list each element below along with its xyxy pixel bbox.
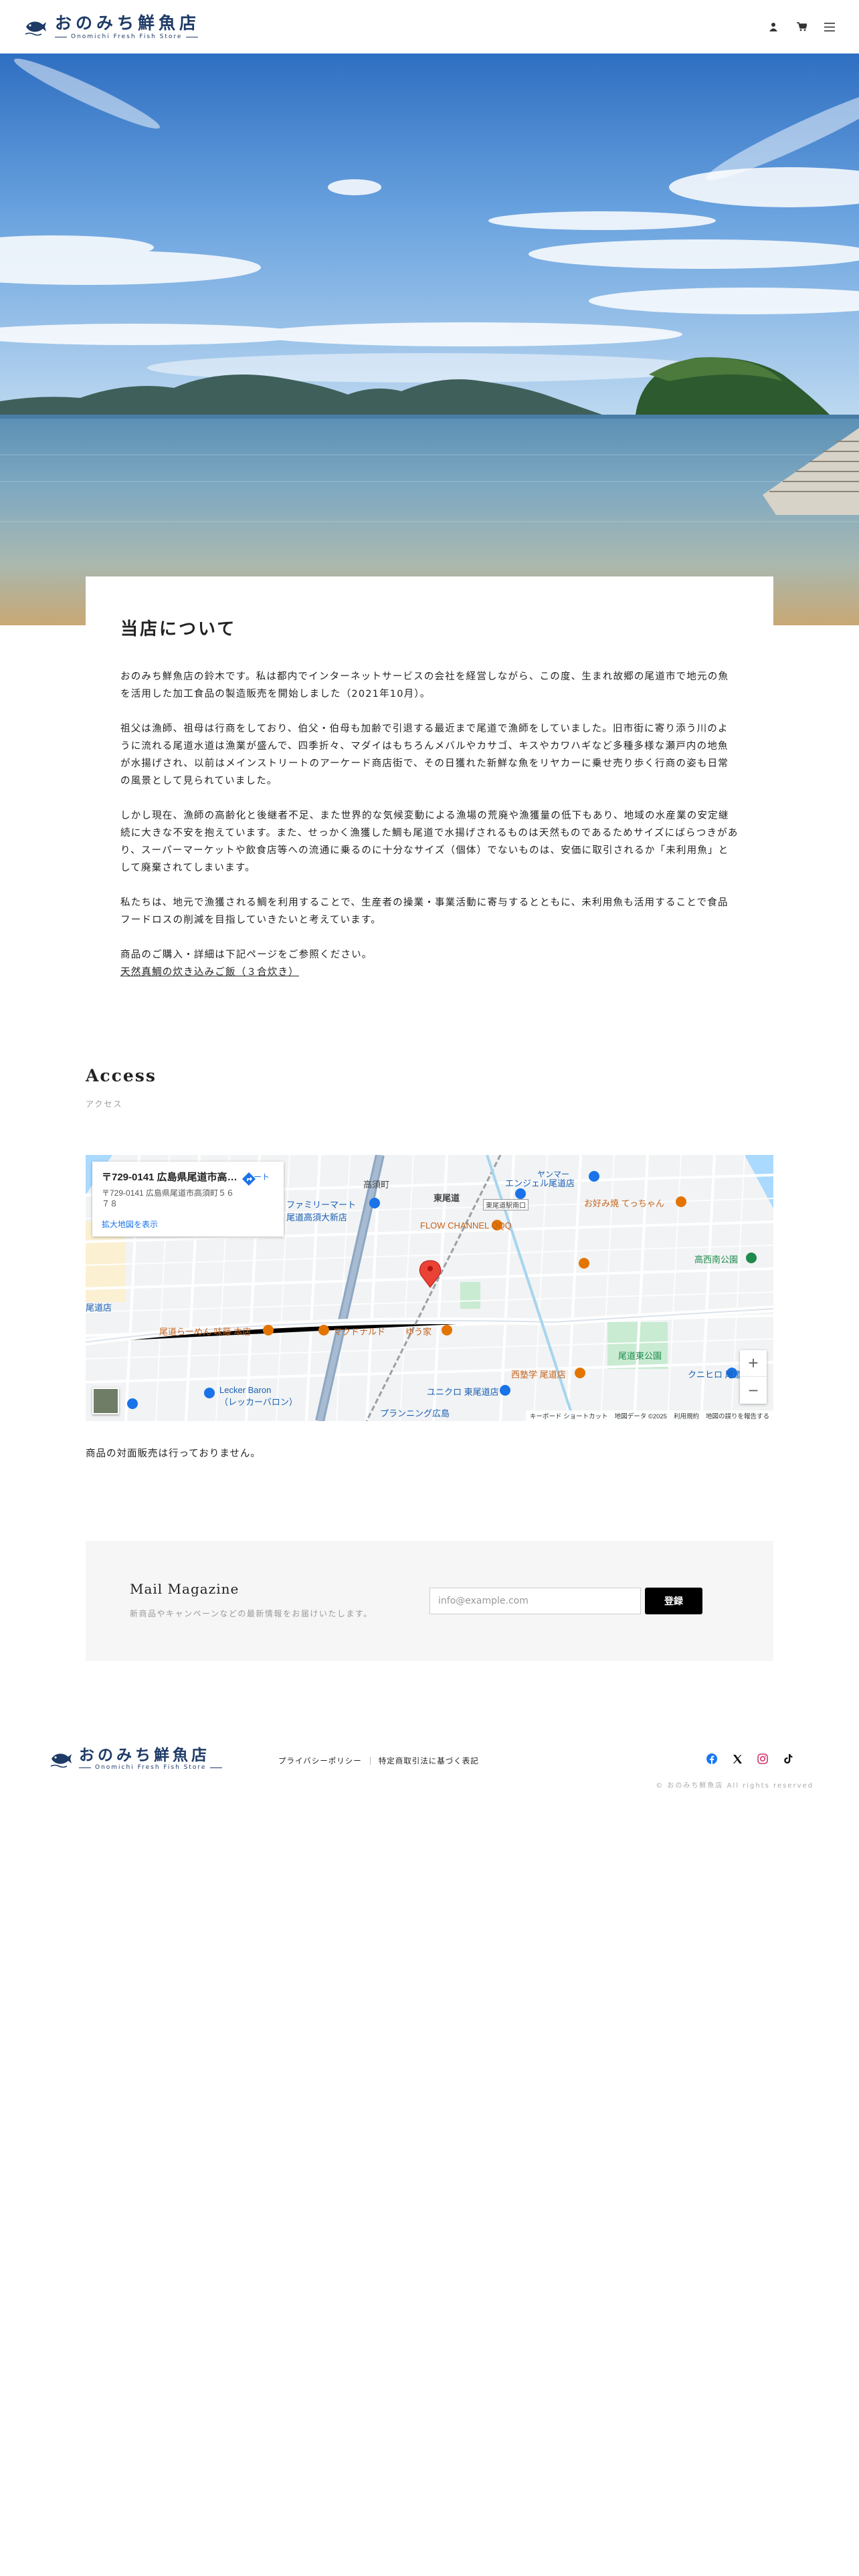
map-label: マクドナルド: [333, 1327, 386, 1337]
facebook-icon[interactable]: [706, 1753, 718, 1765]
map-place-card: 〒729-0141 広島県尾道市高須町５６ 〒729-0141 広島県尾道市高須…: [92, 1162, 284, 1237]
privacy-policy-link[interactable]: プライバシーポリシー: [270, 1755, 370, 1766]
about-paragraph: 商品のご購入・詳細は下記ページをご参照ください。 天然真鯛の炊き込みご飯（３合炊き…: [120, 950, 373, 978]
terms-link[interactable]: 利用規約: [674, 1411, 699, 1420]
site-header: おのみち鮮魚店 Onomichi Fresh Fish Store: [0, 0, 859, 53]
email-input[interactable]: [430, 1588, 641, 1614]
fish-logo-icon: [50, 1753, 72, 1768]
about-paragraph: しかし現在、漁師の高齢化と後継者不足、また世界的な気候変動による漁場の荒廃や漁獲…: [120, 811, 739, 873]
about-section: 当店について おのみち鮮魚店の鈴木です。私は都内でインターネットサービスの会社を…: [86, 576, 773, 978]
map-route-button[interactable]: ルート: [241, 1171, 274, 1186]
keyboard-shortcuts-link[interactable]: キーボード ショートカット: [530, 1411, 608, 1420]
google-map[interactable]: ファミリーマート 尾道高須大新店 高須町 東尾道 東尾道駅南口 ヤンマー エンジェ…: [86, 1155, 773, 1421]
map-label: Lecker Baron （レッカーバロン）: [219, 1385, 298, 1407]
map-label: FLOW CHANNEL QQQ: [420, 1220, 512, 1230]
zoom-in-button[interactable]: +: [740, 1350, 767, 1377]
commercial-transactions-link[interactable]: 特定商取引法に基づく表記: [371, 1755, 487, 1766]
map-label: 高須町: [363, 1180, 390, 1190]
zoom-out-button[interactable]: −: [740, 1377, 767, 1404]
map-label: 尾道店: [86, 1303, 112, 1313]
footer-logo[interactable]: おのみち鮮魚店 Onomichi Fresh Fish Store: [50, 1747, 223, 1771]
logo-text-en: Onomichi Fresh Fish Store: [79, 1764, 223, 1771]
map-label: 高西南公園: [694, 1255, 739, 1265]
map-label: プランニング広島: [380, 1408, 450, 1418]
map-label: 東尾道駅南口: [483, 1199, 529, 1210]
about-title: 当店について: [120, 619, 237, 639]
map-satellite-toggle[interactable]: [92, 1388, 119, 1414]
product-link[interactable]: 天然真鯛の炊き込みご飯（３合炊き）: [120, 967, 299, 978]
map-place-address: 〒729-0141 広島県尾道市高須町５６７８: [102, 1188, 235, 1208]
map-zoom-control: + −: [740, 1350, 767, 1404]
about-paragraph: おのみち鮮魚店の鈴木です。私は都内でインターネットサービスの会社を経営しながら、…: [120, 671, 729, 700]
fish-logo-icon: [25, 21, 46, 36]
copyright: © おのみち鮮魚店 All rights reserved: [656, 1782, 814, 1790]
subscribe-button[interactable]: 登録: [645, 1588, 702, 1614]
logo-text-en: Onomichi Fresh Fish Store: [55, 33, 199, 40]
footer-links: プライバシーポリシー 特定商取引法に基づく表記: [270, 1755, 487, 1766]
map-label: 尾道東公園: [618, 1351, 662, 1361]
x-icon[interactable]: [731, 1753, 743, 1765]
social-links: [706, 1753, 794, 1765]
mail-magazine-section: Mail Magazine 新商品やキャンペーンなどの最新情報をお届けいたします…: [86, 1541, 773, 1661]
user-icon[interactable]: [768, 21, 779, 32]
logo-text-jp: おのみち鮮魚店: [55, 13, 201, 33]
access-title: Access: [86, 1066, 157, 1085]
map-label: 東尾道: [434, 1193, 460, 1203]
logo-text-jp: おのみち鮮魚店: [79, 1747, 210, 1764]
about-paragraph: 祖父は漁師、祖母は行商をしており、伯父・伯母も加齢で引退する最近まで尾道で漁師を…: [120, 724, 729, 786]
no-store-notice: 商品の対面販売は行っておりません。: [86, 1448, 261, 1459]
mail-magazine-title: Mail Magazine: [130, 1581, 240, 1597]
map-label: ゆう家: [405, 1327, 432, 1337]
site-logo[interactable]: おのみち鮮魚店 Onomichi Fresh Fish Store: [24, 13, 200, 40]
mail-magazine-description: 新商品やキャンペーンなどの最新情報をお届けいたします。: [130, 1609, 373, 1618]
report-error-link[interactable]: 地図の誤りを報告する: [706, 1411, 769, 1420]
map-label: 西塾学 尾道店: [511, 1370, 566, 1380]
access-subtitle: アクセス: [86, 1099, 123, 1109]
cart-icon[interactable]: [796, 21, 807, 32]
map-label: ユニクロ 東尾道店: [427, 1387, 499, 1397]
directions-icon: [242, 1172, 256, 1186]
map-enlarge-link[interactable]: 拡大地図を表示: [102, 1218, 158, 1230]
map-data-text: 地図データ ©2025: [614, 1413, 667, 1420]
map-label: クニヒロ 尾道: [688, 1370, 743, 1380]
map-label: 尾道らーめん 味藤 本店: [159, 1327, 252, 1337]
map-place-title: 〒729-0141 広島県尾道市高須町５６: [102, 1172, 242, 1183]
menu-icon[interactable]: [824, 21, 835, 32]
hero-image: [0, 53, 859, 625]
map-label: エンジェル尾道店: [505, 1178, 575, 1188]
about-paragraph: 私たちは、地元で漁獲される鯛を利用することで、生産者の操業・事業活動に寄与すると…: [120, 897, 729, 926]
tiktok-icon[interactable]: [782, 1753, 794, 1765]
map-label: お好み焼 てっちゃん: [584, 1198, 664, 1208]
map-label: ファミリーマート 尾道高須大新店: [286, 1200, 357, 1222]
instagram-icon[interactable]: [757, 1753, 769, 1765]
map-attribution: キーボード ショートカット 地図データ ©2025 利用規約 地図の誤りを報告す…: [526, 1410, 773, 1421]
